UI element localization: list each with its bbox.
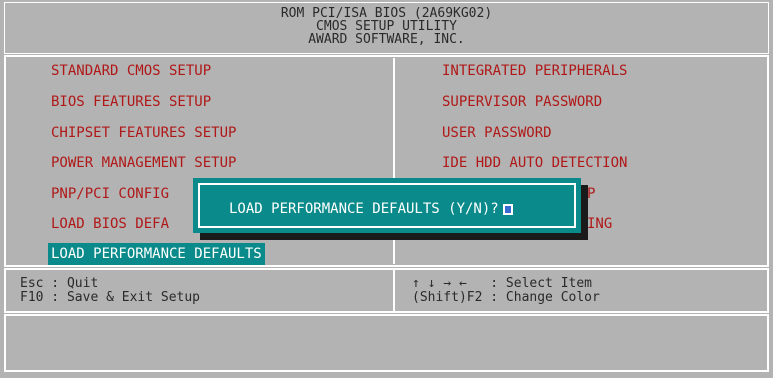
- menu-item-partial-save-setup[interactable]: P: [587, 183, 595, 205]
- help-select-item: ↑ ↓ → ← : Select Item: [412, 276, 593, 291]
- help-f10-save-exit: F10 : Save & Exit Setup: [20, 290, 201, 305]
- bios-screen: ROM PCI/ISA BIOS (2A69KG02) CMOS SETUP U…: [0, 0, 773, 378]
- menu-item-power-management-setup[interactable]: POWER MANAGEMENT SETUP: [51, 152, 236, 174]
- menu-item-chipset-features-setup[interactable]: CHIPSET FEATURES SETUP: [51, 122, 236, 144]
- vendor-name: AWARD SOFTWARE, INC.: [308, 32, 465, 47]
- confirm-dialog: LOAD PERFORMANCE DEFAULTS (Y/N)?: [193, 178, 581, 233]
- menu-item-load-performance-defaults[interactable]: LOAD PERFORMANCE DEFAULTS: [48, 243, 265, 265]
- help-esc-quit: Esc : Quit: [20, 276, 99, 291]
- status-bar: [4, 314, 769, 372]
- bios-header: ROM PCI/ISA BIOS (2A69KG02) CMOS SETUP U…: [4, 2, 769, 54]
- menu-item-user-password[interactable]: USER PASSWORD: [442, 122, 552, 144]
- menu-item-pnp-pci-config[interactable]: PNP/PCI CONFIG: [51, 183, 169, 205]
- dialog-prompt: LOAD PERFORMANCE DEFAULTS (Y/N)?: [229, 202, 513, 216]
- help-divider: [393, 270, 395, 311]
- menu-item-load-bios-defaults[interactable]: LOAD BIOS DEFA: [51, 213, 169, 235]
- input-cursor[interactable]: [502, 203, 513, 215]
- menu-item-bios-features-setup[interactable]: BIOS FEATURES SETUP: [51, 91, 211, 113]
- menu-item-partial-exit-without-saving[interactable]: ING: [587, 213, 612, 235]
- help-change-color: (Shift)F2 : Change Color: [412, 290, 600, 305]
- menu-item-ide-hdd-auto-detection[interactable]: IDE HDD AUTO DETECTION: [442, 152, 627, 174]
- menu-item-supervisor-password[interactable]: SUPERVISOR PASSWORD: [442, 91, 602, 113]
- menu-item-integrated-peripherals[interactable]: INTEGRATED PERIPHERALS: [442, 60, 627, 82]
- dialog-prompt-text: LOAD PERFORMANCE DEFAULTS (Y/N)?: [229, 201, 499, 217]
- menu-item-standard-cmos-setup[interactable]: STANDARD CMOS SETUP: [51, 60, 211, 82]
- cursor-highlight: [504, 205, 511, 213]
